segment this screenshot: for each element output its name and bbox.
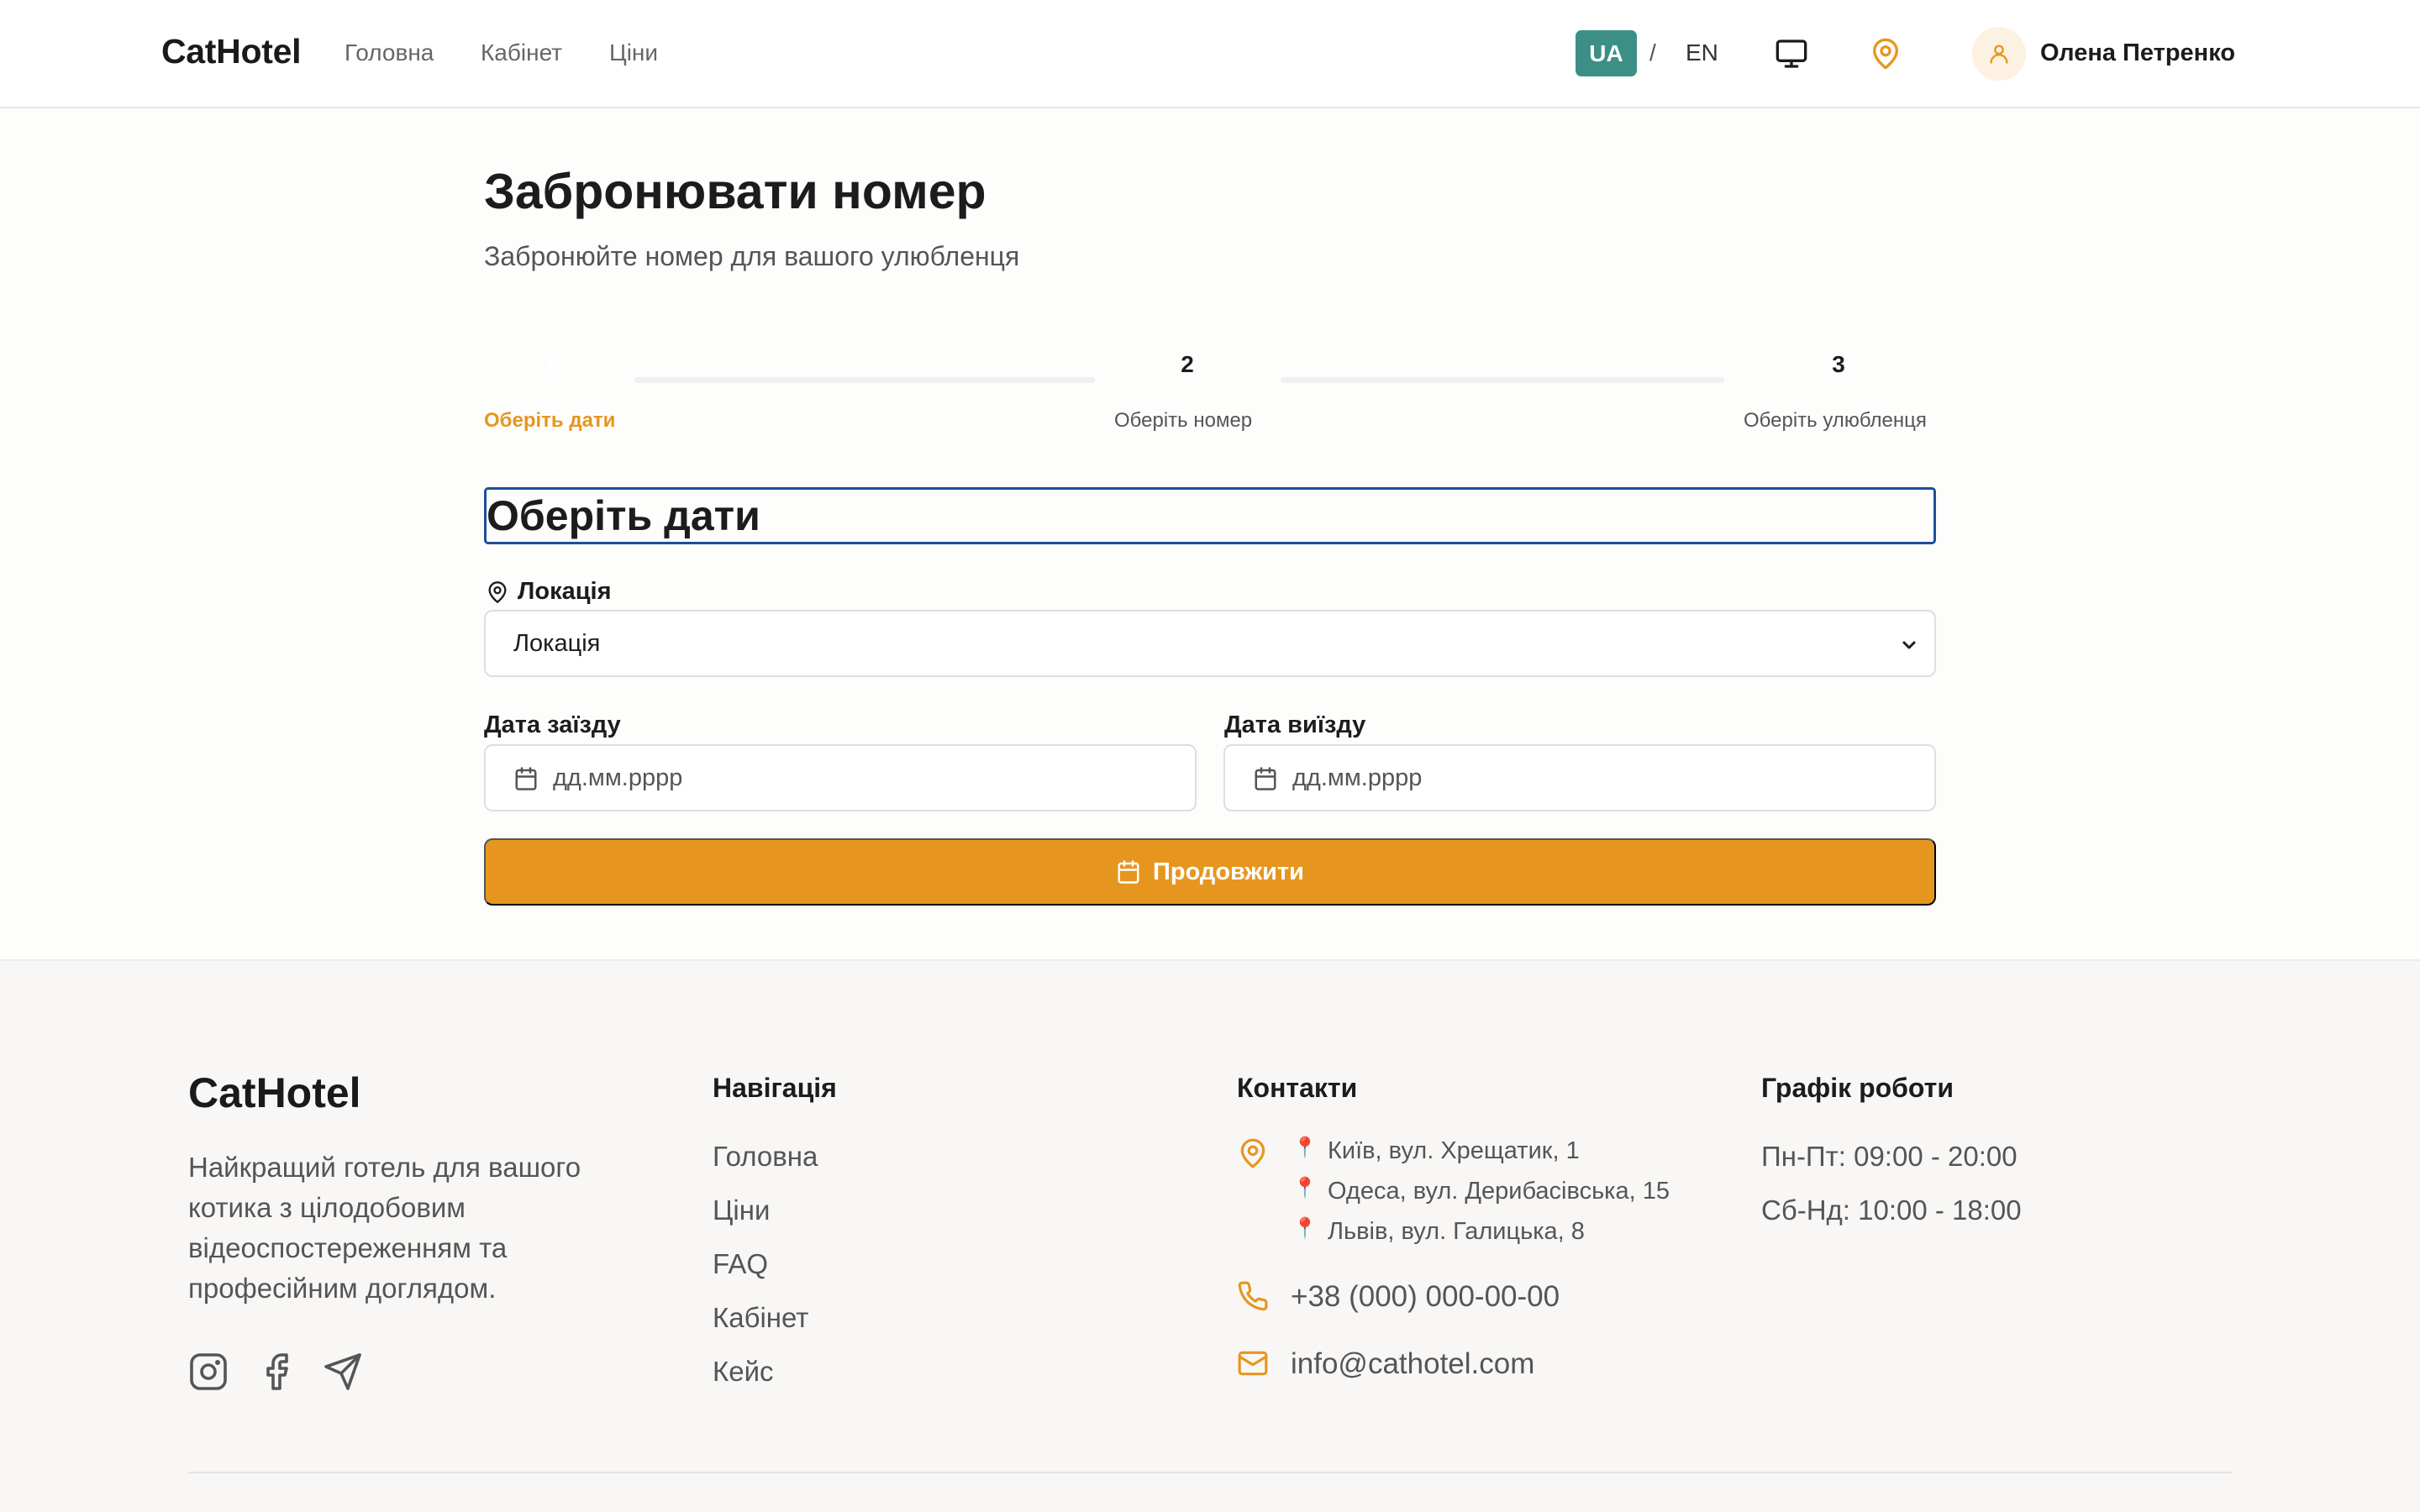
step-1-number: 1 [544,351,557,377]
section-title: Оберіть дати [484,487,1936,544]
checkout-label: Дата виїзду [1224,711,1366,738]
checkout-placeholder: дд.мм.рррр [1292,764,1423,791]
calendar-icon [1118,860,1139,884]
footer-description: Найкращий готель для вашого котика з ціл… [188,1152,581,1304]
nav-prices[interactable]: Ціни [609,39,658,66]
footer-email[interactable]: info@cathotel.com [1291,1347,1534,1381]
user-icon [1990,45,2008,64]
footer-hours-heading: Графік роботи [1761,1073,1954,1103]
continue-button[interactable]: Продовжити [484,838,1936,906]
step-connector [634,377,1095,383]
avatar[interactable] [1972,27,2026,81]
map-pin-icon [486,580,509,604]
address-lviv: Львів, вул. Галицька, 8 [1328,1218,1585,1245]
address-odesa: Одеса, вул. Дерибасівська, 15 [1328,1178,1670,1205]
pushpin-icon: 📍 [1292,1177,1318,1200]
page-subtitle: Забронюйте номер для вашого улюбленця [484,241,1020,271]
checkout-date-input[interactable]: дд.мм.рррр [1223,744,1936,811]
step-connector [1281,377,1724,383]
hours-weekend: Сб-Нд: 10:00 - 18:00 [1761,1194,2022,1226]
step-3-number: 3 [1832,351,1845,377]
location-label: Локація [518,578,612,605]
calendar-icon [1253,766,1278,791]
footer-contacts-heading: Контакти [1237,1073,1358,1103]
mail-icon [1237,1347,1269,1379]
instagram-icon[interactable] [188,1352,229,1392]
footer-link-cabinet[interactable]: Кабінет [713,1302,808,1334]
checkin-label: Дата заїзду [484,711,621,738]
footer-link-faq[interactable]: FAQ [713,1248,768,1280]
nav-home[interactable]: Головна [345,39,434,66]
nav-cabinet[interactable]: Кабінет [481,39,562,66]
footer-link-case[interactable]: Кейс [713,1356,774,1388]
map-pin-icon [1237,1137,1269,1169]
checkin-placeholder: дд.мм.рррр [553,764,683,791]
hours-weekdays: Пн-Пт: 09:00 - 20:00 [1761,1141,2018,1172]
location-select[interactable]: Локація [484,610,1936,677]
footer-divider [188,1472,2232,1473]
calendar-icon [513,766,539,791]
step-3-label: Оберіть улюбленця [1744,409,1927,432]
footer-logo: CatHotel [188,1069,361,1116]
pushpin-icon: 📍 [1292,1137,1318,1159]
site-header: CatHotel Головна Кабінет Ціни UA / EN Ол… [0,0,2420,108]
map-pin-icon[interactable] [1869,37,1902,71]
step-2-number: 2 [1181,351,1194,377]
lang-en-button[interactable]: EN [1686,39,1718,66]
pushpin-icon: 📍 [1292,1217,1318,1240]
location-select-value: Локація [513,630,601,657]
footer-phone[interactable]: +38 (000) 000-00-00 [1291,1280,1560,1314]
step-1-label: Оберіть дати [484,409,616,432]
footer-link-prices[interactable]: Ціни [713,1194,770,1226]
phone-icon [1237,1280,1269,1312]
monitor-icon[interactable] [1775,37,1808,71]
logo[interactable]: CatHotel [161,32,301,71]
continue-button-label: Продовжити [1153,858,1304,885]
checkin-date-input[interactable]: дд.мм.рррр [484,744,1197,811]
lang-ua-button[interactable]: UA [1576,30,1637,76]
step-2-label: Оберіть номер [1114,409,1253,432]
telegram-icon[interactable] [323,1352,363,1392]
address-kyiv: Київ, вул. Хрещатик, 1 [1328,1137,1580,1164]
chevron-down-icon [1899,635,1919,655]
user-name[interactable]: Олена Петренко [2040,39,2235,67]
facebook-icon[interactable] [256,1352,297,1392]
page-title: Забронювати номер [484,164,986,219]
footer-nav-heading: Навігація [713,1073,837,1103]
lang-separator: / [1649,39,1656,66]
footer-link-home[interactable]: Головна [713,1141,818,1173]
